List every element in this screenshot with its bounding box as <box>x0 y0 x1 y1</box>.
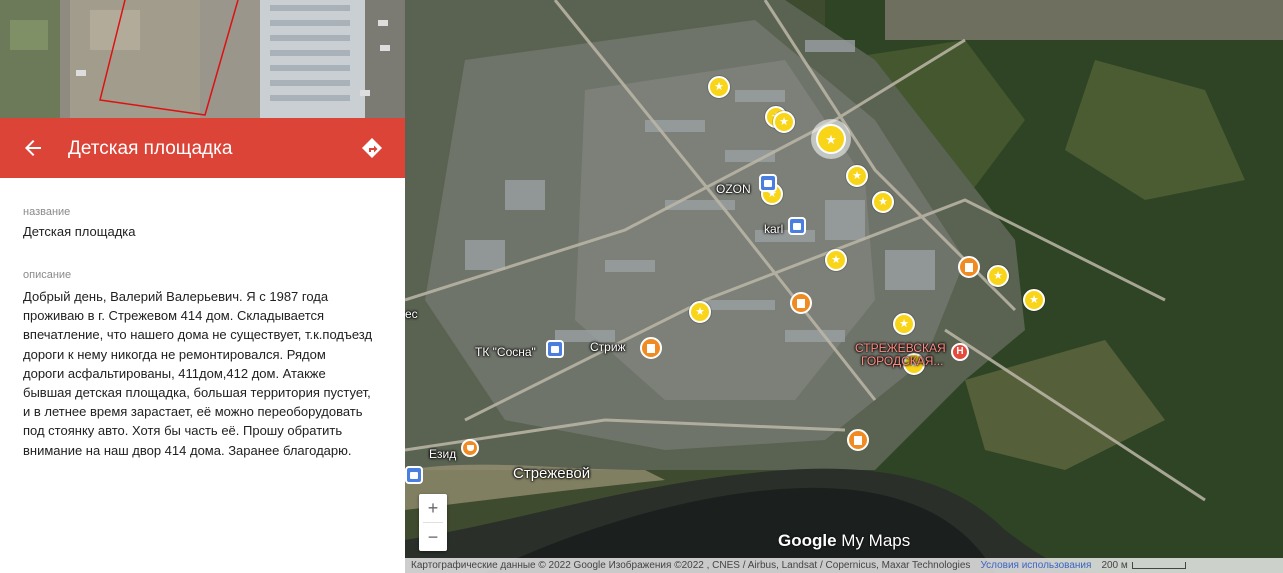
scale-bar <box>1131 562 1186 569</box>
map-marker[interactable]: ★ <box>846 165 868 187</box>
name-value: Детская площадка <box>23 224 136 239</box>
shopping-bag-icon <box>793 222 801 230</box>
panel-title: Детская площадка <box>68 138 233 159</box>
name-label: название <box>23 206 71 218</box>
scale-label: 200 м <box>1101 560 1128 571</box>
star-icon: ★ <box>878 195 888 208</box>
food-icon <box>466 445 474 451</box>
star-icon: ★ <box>993 269 1003 282</box>
place-label-strizh: Стриж <box>590 340 626 354</box>
map-poi-building[interactable] <box>958 256 980 278</box>
building-icon <box>647 343 655 353</box>
attribution-text: Картографические данные © 2022 Google Из… <box>411 560 971 571</box>
star-icon: ★ <box>899 317 909 330</box>
description-line: под стоянку авто. Хотя бы часть её. Прош… <box>23 423 343 439</box>
directions-button[interactable] <box>355 131 389 165</box>
place-label-ozon: OZON <box>716 182 751 196</box>
building-icon <box>965 262 973 272</box>
building-icon <box>854 435 862 445</box>
description-line: проживаю в г. Стрежевом 414 дом. Складыв… <box>23 308 325 324</box>
map-marker[interactable]: ★ <box>987 265 1009 287</box>
star-icon: ★ <box>779 115 789 128</box>
map-marker[interactable]: ★ <box>893 313 915 335</box>
map-marker[interactable]: ★ <box>708 76 730 98</box>
zoom-in-button[interactable]: + <box>419 494 447 522</box>
place-label-city: Стрежевой <box>513 465 591 482</box>
hospital-icon: H <box>956 346 964 357</box>
aerial-photo <box>0 0 405 118</box>
map-poi-shop[interactable] <box>546 340 564 358</box>
shopping-bag-icon <box>764 179 772 187</box>
terms-link[interactable]: Условия использования <box>980 560 1091 571</box>
place-label-hospital-1: СТРЕЖЕВСКАЯ <box>855 341 946 355</box>
map-poi-hospital[interactable]: H <box>951 343 969 361</box>
zoom-control: + − <box>419 494 447 551</box>
map-poi-shop[interactable] <box>788 217 806 235</box>
place-label-edge: ec <box>405 307 418 321</box>
details-panel: Детская площадка название Детская площад… <box>0 0 405 573</box>
map-marker[interactable]: ★ <box>1023 289 1045 311</box>
place-label-tk-sosna: ТК "Сосна" <box>475 345 536 359</box>
map-poi-food[interactable] <box>461 439 479 457</box>
back-button[interactable] <box>16 131 50 165</box>
map-poi-building[interactable] <box>790 292 812 314</box>
directions-icon <box>362 138 382 158</box>
map-canvas[interactable]: ★ ★ ★ ★ ★ ★ ★ ★ ★ ★ ★ ★ ★ H OZON karl ТК… <box>405 0 1283 573</box>
star-icon: ★ <box>695 305 705 318</box>
map-poi-building[interactable] <box>847 429 869 451</box>
place-label-hospital-2: ГОРОДСКАЯ... <box>861 354 944 368</box>
map-marker-selected[interactable]: ★ <box>816 124 846 154</box>
description-label: описание <box>23 269 72 281</box>
description-line: внимание на наш двор 414 дома. Заранее б… <box>23 442 352 458</box>
star-icon: ★ <box>831 253 841 266</box>
description-line: и в летнее время зарастает, её можно пер… <box>23 404 363 420</box>
map-marker[interactable]: ★ <box>689 301 711 323</box>
map-marker[interactable]: ★ <box>825 249 847 271</box>
description-line: впечатление, что нашего дома не существу… <box>23 327 373 343</box>
description-value: Добрый день, Валерий Валерьевич. Я с 198… <box>23 287 388 460</box>
map-poi-building[interactable] <box>640 337 662 359</box>
star-icon: ★ <box>714 80 724 93</box>
map-poi-shop[interactable] <box>759 174 777 192</box>
description-line: Добрый день, Валерий Валерьевич. Я с 198… <box>23 289 329 304</box>
panel-header: Детская площадка <box>0 118 405 178</box>
map-poi-shop[interactable] <box>405 466 423 484</box>
map-marker[interactable]: ★ <box>773 111 795 133</box>
description-line: дороги асфальтированы, 411дом,412 дом. А… <box>23 365 326 381</box>
description-line: дороги к нему никогда не ремонтировался.… <box>23 346 326 362</box>
star-icon: ★ <box>852 169 862 182</box>
arrow-back-icon <box>25 140 41 156</box>
place-label-ezid: Езид <box>429 447 457 461</box>
map-marker[interactable]: ★ <box>872 191 894 213</box>
google-mymaps-logo: Google My Maps <box>778 531 910 551</box>
description-line: бывшая детская площадка, большая террито… <box>23 385 371 401</box>
logo-google: Google <box>778 531 837 550</box>
satellite-imagery <box>405 0 1283 573</box>
building-icon <box>797 298 805 308</box>
shopping-bag-icon <box>410 471 418 479</box>
star-icon: ★ <box>825 131 837 147</box>
place-label-karl: karl <box>764 222 784 236</box>
star-icon: ★ <box>1029 293 1039 306</box>
scale-indicator: 200 м <box>1101 560 1186 571</box>
zoom-out-button[interactable]: − <box>419 523 447 551</box>
place-photo <box>0 0 405 118</box>
shopping-bag-icon <box>551 345 559 353</box>
logo-mymaps: My Maps <box>836 531 911 550</box>
attribution-bar: Картографические данные © 2022 Google Из… <box>405 558 1283 573</box>
